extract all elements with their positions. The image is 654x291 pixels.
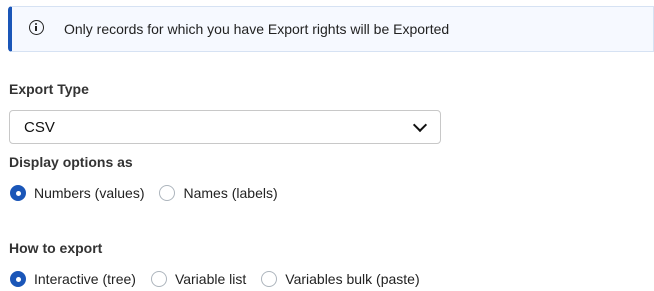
radio-label: Variables bulk (paste): [285, 271, 420, 287]
radio-label: Names (labels): [183, 185, 278, 201]
radio-button-interactive-tree[interactable]: [10, 271, 26, 287]
how-to-export-group: Interactive (tree) Variable list Variabl…: [10, 271, 435, 287]
export-type-select[interactable]: CSV: [9, 110, 441, 144]
radio-option-interactive-tree[interactable]: Interactive (tree): [10, 271, 136, 287]
display-options-group: Numbers (values) Names (labels): [10, 185, 293, 201]
radio-button-numbers-values[interactable]: [10, 185, 26, 201]
radio-button-variables-bulk-paste[interactable]: [261, 271, 278, 287]
radio-button-names-labels[interactable]: [159, 185, 176, 201]
export-type-value: CSV: [24, 119, 55, 136]
info-text: Only records for which you have Export r…: [64, 21, 450, 37]
radio-option-variables-bulk-paste[interactable]: Variables bulk (paste): [261, 271, 420, 287]
radio-label: Numbers (values): [34, 185, 145, 201]
chevron-down-icon: [412, 117, 428, 133]
radio-label: Interactive (tree): [34, 271, 136, 287]
radio-option-names-labels[interactable]: Names (labels): [159, 185, 278, 201]
radio-label: Variable list: [174, 271, 247, 287]
how-to-export-label: How to export: [9, 240, 103, 256]
radio-option-numbers-values[interactable]: Numbers (values): [10, 185, 144, 201]
radio-button-variable-list[interactable]: [150, 271, 167, 287]
info-banner: Only records for which you have Export r…: [8, 6, 654, 52]
display-options-label: Display options as: [9, 154, 133, 170]
radio-option-variable-list[interactable]: Variable list: [150, 271, 247, 287]
export-type-label: Export Type: [9, 81, 89, 97]
info-circle-icon: [29, 20, 44, 35]
